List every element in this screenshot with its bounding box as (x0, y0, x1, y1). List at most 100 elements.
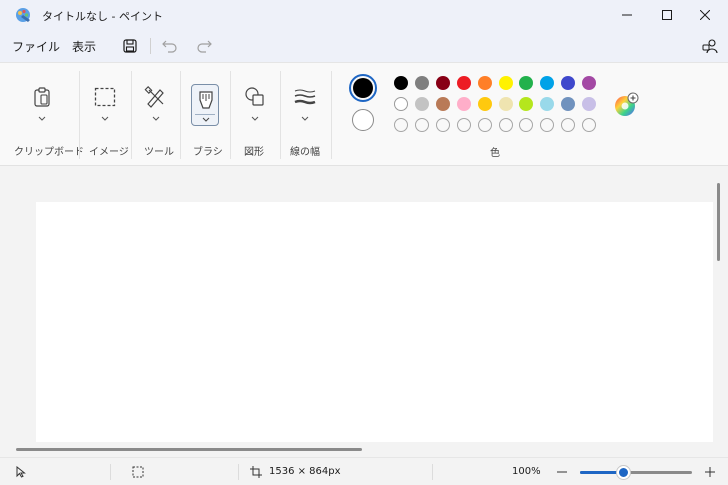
clipboard-icon (34, 87, 50, 107)
pointer-position (14, 465, 28, 479)
custom-color-slot[interactable] (414, 118, 429, 132)
color-swatch[interactable] (435, 97, 450, 111)
line-width-dropdown[interactable] (299, 113, 311, 123)
primary-color[interactable] (349, 74, 377, 102)
maximize-icon (662, 10, 672, 20)
group-label-shapes: 図形 (244, 147, 264, 158)
secondary-color[interactable] (352, 109, 374, 131)
tools-button[interactable] (140, 81, 172, 113)
status-bar: 1536 × 864px 100% (0, 457, 728, 485)
minimize-icon (622, 14, 632, 16)
custom-color-slot[interactable] (394, 118, 408, 132)
group-separator (230, 71, 231, 159)
paint-app-icon (16, 8, 30, 22)
zoom-slider-thumb[interactable] (616, 466, 630, 479)
custom-color-slot[interactable] (477, 118, 492, 132)
cursor-icon (16, 466, 26, 478)
horizontal-scrollbar[interactable] (16, 448, 362, 451)
save-icon (123, 39, 137, 53)
selection-icon (94, 87, 116, 107)
undo-button[interactable] (160, 36, 180, 56)
selection-size (131, 465, 145, 479)
close-icon (700, 10, 710, 20)
group-separator (79, 71, 80, 159)
menu-bar: ファイル 表示 (0, 30, 728, 62)
chevron-down-icon (301, 116, 309, 121)
redo-icon (197, 40, 212, 53)
undo-icon (162, 40, 177, 53)
window-title: タイトルなし - ペイント (42, 10, 163, 23)
group-separator (131, 71, 132, 159)
group-label-brush: ブラシ (193, 147, 223, 158)
selection-icon (132, 466, 144, 478)
canvas-size-text: 1536 × 864px (269, 466, 341, 477)
brush-icon (199, 91, 213, 109)
group-label-image: イメージ (89, 147, 129, 158)
canvas-size-icon (250, 466, 262, 478)
menu-file[interactable]: ファイル (12, 38, 60, 55)
color-swatch[interactable] (582, 76, 597, 90)
chevron-down-icon (202, 117, 210, 122)
clipboard-dropdown[interactable] (36, 113, 48, 123)
brush-divider (195, 114, 215, 115)
chevron-down-icon (38, 116, 46, 121)
group-label-tools: ツール (144, 147, 174, 158)
color-swatch[interactable] (477, 97, 492, 111)
menu-separator (150, 38, 151, 54)
profile-icon (702, 39, 718, 54)
image-dropdown[interactable] (99, 113, 111, 123)
color-swatch[interactable] (414, 97, 429, 111)
custom-color-slot[interactable] (498, 118, 513, 132)
chevron-down-icon (101, 116, 109, 121)
shapes-button[interactable] (239, 81, 271, 113)
drawing-canvas[interactable] (36, 202, 713, 442)
vertical-scrollbar[interactable] (717, 183, 720, 261)
status-separator (238, 464, 239, 480)
save-button[interactable] (120, 36, 140, 56)
status-separator (432, 464, 433, 480)
color-swatch[interactable] (582, 97, 597, 111)
canvas-size-indicator (249, 465, 263, 479)
color-swatch[interactable] (498, 76, 513, 90)
profile-button[interactable] (700, 36, 720, 56)
zoom-out-button[interactable] (555, 465, 569, 479)
line-width-button[interactable] (289, 81, 321, 113)
tools-dropdown[interactable] (150, 113, 162, 123)
color-wheel-icon (615, 92, 639, 116)
custom-color-slot[interactable] (456, 118, 471, 132)
zoom-in-button[interactable] (703, 465, 717, 479)
minus-icon (557, 471, 567, 473)
color-swatch[interactable] (456, 76, 471, 90)
color-swatch[interactable] (435, 76, 450, 90)
image-select-button[interactable] (89, 81, 121, 113)
title-bar: タイトルなし - ペイント (0, 0, 728, 30)
menu-view[interactable]: 表示 (72, 38, 96, 55)
color-swatch[interactable] (394, 97, 408, 111)
color-swatch[interactable] (414, 76, 429, 90)
group-separator (180, 71, 181, 159)
zoom-slider[interactable] (580, 466, 692, 479)
zoom-level[interactable]: 100% (512, 466, 541, 477)
group-label-clipboard: クリップボード (14, 147, 84, 158)
primary-color-fill (353, 78, 373, 98)
group-separator (331, 71, 332, 159)
chevron-down-icon (152, 116, 160, 121)
shapes-dropdown[interactable] (249, 113, 261, 123)
brush-button[interactable] (191, 84, 219, 126)
close-button[interactable] (682, 0, 728, 30)
color-swatch[interactable] (498, 97, 513, 111)
custom-color-slot[interactable] (435, 118, 450, 132)
color-swatch[interactable] (477, 76, 492, 90)
color-swatch[interactable] (456, 97, 471, 111)
clipboard-button[interactable] (26, 81, 58, 113)
shapes-icon (245, 87, 264, 106)
custom-color-slot[interactable] (582, 118, 597, 132)
color-swatch[interactable] (394, 76, 408, 90)
edit-colors-button[interactable] (614, 92, 640, 118)
group-label-colors: 色 (490, 148, 500, 159)
plus-icon (705, 467, 715, 477)
pencil-icon (144, 86, 164, 108)
redo-button[interactable] (194, 36, 214, 56)
chevron-down-icon (251, 116, 259, 121)
group-label-line-width: 線の幅 (290, 147, 320, 158)
